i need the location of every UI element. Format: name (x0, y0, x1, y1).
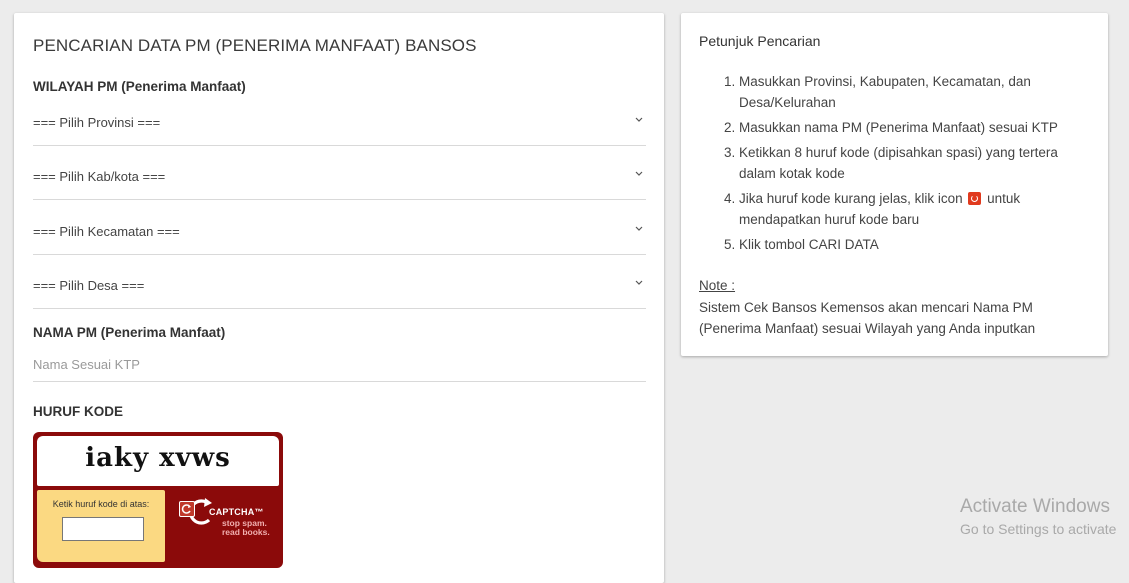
captcha-word: iaky xvws (85, 443, 231, 473)
guide-step: Ketikkan 8 huruf kode (dipisahkan spasi)… (739, 142, 1094, 184)
captcha-tagline-line2: read books. (222, 527, 270, 537)
regency-select-value: === Pilih Kab/kota === (33, 169, 166, 184)
chevron-down-icon (635, 117, 643, 122)
name-input[interactable] (33, 353, 646, 375)
district-select[interactable]: === Pilih Kecamatan === (33, 224, 646, 255)
guide-step: Jika huruf kode kurang jelas, klik icon … (739, 188, 1094, 230)
chevron-down-icon (635, 171, 643, 176)
refresh-icon (181, 504, 191, 514)
guide-step: Masukkan nama PM (Penerima Manfaat) sesu… (739, 117, 1094, 138)
search-guide-card: Petunjuk Pencarian Masukkan Provinsi, Ka… (681, 13, 1108, 356)
captcha-input[interactable] (62, 517, 144, 541)
captcha-brand: CAPTCHA™ (209, 507, 264, 517)
windows-activation-title: Activate Windows (960, 496, 1110, 517)
chevron-down-icon (635, 280, 643, 285)
chevron-down-icon (635, 226, 643, 231)
regency-select[interactable]: === Pilih Kab/kota === (33, 169, 646, 200)
guide-steps: Masukkan Provinsi, Kabupaten, Kecamatan,… (699, 71, 1094, 259)
name-section-label: NAMA PM (Penerima Manfaat) (33, 325, 226, 340)
province-select-value: === Pilih Provinsi === (33, 115, 161, 130)
captcha-image: iaky xvws (37, 436, 279, 486)
refresh-icon (968, 192, 982, 205)
district-select-value: === Pilih Kecamatan === (33, 224, 180, 239)
guide-step: Klik tombol CARI DATA (739, 234, 1094, 255)
captcha-tagline: stop spam. read books. (222, 519, 270, 537)
village-select[interactable]: === Pilih Desa === (33, 278, 646, 309)
captcha-entry-panel: Ketik huruf kode di atas: (37, 490, 165, 562)
guide-title: Petunjuk Pencarian (699, 33, 821, 49)
code-section-label: HURUF KODE (33, 404, 123, 419)
windows-activation-subtitle: Go to Settings to activate (960, 521, 1117, 537)
village-select-value: === Pilih Desa === (33, 278, 145, 293)
captcha-widget: iaky xvws Ketik huruf kode di atas: CAPT… (33, 432, 283, 568)
name-field-row (33, 353, 646, 382)
province-select[interactable]: === Pilih Provinsi === (33, 115, 646, 146)
region-section-label: WILAYAH PM (Penerima Manfaat) (33, 79, 246, 94)
note-body: Sistem Cek Bansos Kemensos akan mencari … (699, 300, 1036, 336)
form-title: PENCARIAN DATA PM (PENERIMA MANFAAT) BAN… (33, 36, 477, 55)
captcha-entry-label: Ketik huruf kode di atas: (52, 499, 150, 509)
guide-step4-before: Jika huruf kode kurang jelas, klik icon (739, 191, 963, 206)
captcha-refresh-button[interactable] (179, 501, 195, 517)
guide-step: Masukkan Provinsi, Kabupaten, Kecamatan,… (739, 71, 1094, 113)
note-title: Note : (699, 278, 736, 293)
search-form-card: PENCARIAN DATA PM (PENERIMA MANFAAT) BAN… (14, 13, 664, 583)
